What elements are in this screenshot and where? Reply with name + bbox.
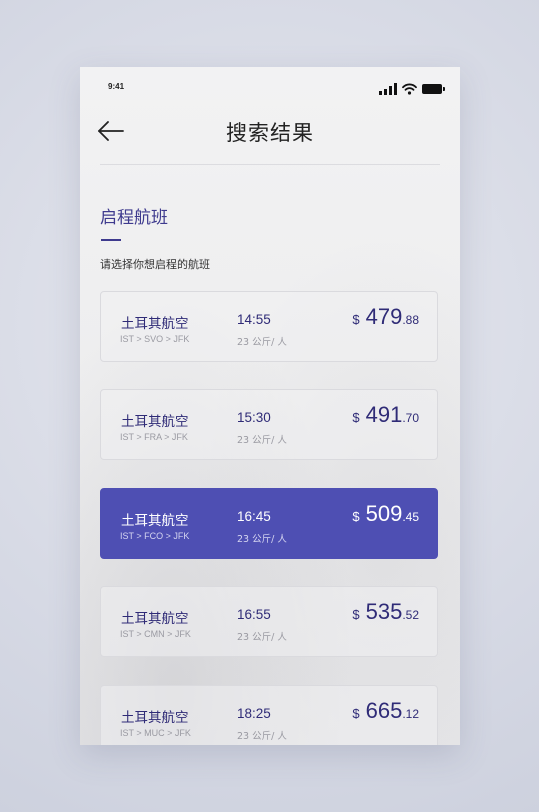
status-bar: 9:41 bbox=[80, 67, 460, 107]
price-decimal: .52 bbox=[402, 608, 419, 622]
nav-bar: 搜索结果 bbox=[80, 107, 460, 165]
baggage-allowance: 23 公斤/ 人 bbox=[237, 731, 287, 742]
baggage-allowance: 23 公斤/ 人 bbox=[237, 534, 287, 545]
stage-background: 9:41 搜索结果 启程航班 请选择你想启程的航班 土耳其航空 IST > SV… bbox=[0, 0, 539, 812]
flight-route: IST > MUC > JFK bbox=[120, 728, 191, 738]
departure-time: 16:45 bbox=[237, 509, 271, 524]
price-integer: 479 bbox=[365, 304, 403, 329]
price-integer: 509 bbox=[365, 501, 403, 526]
status-time: 9:41 bbox=[108, 82, 125, 91]
baggage-allowance: 23 公斤/ 人 bbox=[237, 337, 287, 348]
currency-symbol: $ bbox=[352, 509, 360, 524]
flight-price: $ 665 .12 bbox=[352, 698, 419, 724]
flight-card[interactable]: 土耳其航空 IST > CMN > JFK 16:55 23 公斤/ 人 $ 5… bbox=[100, 586, 438, 657]
phone-screen: 9:41 搜索结果 启程航班 请选择你想启程的航班 土耳其航空 IST > SV… bbox=[80, 67, 460, 745]
section-underline bbox=[101, 239, 121, 241]
currency-symbol: $ bbox=[352, 706, 360, 721]
price-decimal: .45 bbox=[402, 510, 419, 524]
header-divider bbox=[100, 164, 440, 165]
departure-time: 14:55 bbox=[237, 312, 271, 327]
price-integer: 491 bbox=[365, 402, 403, 427]
flight-route: IST > FRA > JFK bbox=[120, 432, 188, 442]
signal-icon bbox=[379, 83, 397, 95]
baggage-allowance: 23 公斤/ 人 bbox=[237, 632, 287, 643]
wifi-icon bbox=[402, 83, 417, 95]
airline-name: 土耳其航空 bbox=[121, 513, 189, 529]
price-decimal: .70 bbox=[402, 411, 419, 425]
section-subtitle: 请选择你想启程的航班 bbox=[100, 258, 210, 271]
flight-card[interactable]: 土耳其航空 IST > FRA > JFK 15:30 23 公斤/ 人 $ 4… bbox=[100, 389, 438, 460]
flight-route: IST > CMN > JFK bbox=[120, 629, 191, 639]
baggage-allowance: 23 公斤/ 人 bbox=[237, 435, 287, 446]
status-icons bbox=[379, 83, 445, 95]
flight-card-selected[interactable]: 土耳其航空 IST > FCO > JFK 16:45 23 公斤/ 人 $ 5… bbox=[100, 488, 438, 559]
price-decimal: .88 bbox=[402, 313, 419, 327]
departure-time: 16:55 bbox=[237, 607, 271, 622]
flight-route: IST > FCO > JFK bbox=[120, 531, 190, 541]
airline-name: 土耳其航空 bbox=[121, 611, 189, 627]
page-title: 搜索结果 bbox=[226, 121, 314, 145]
flight-price: $ 491 .70 bbox=[352, 402, 419, 428]
flight-route: IST > SVO > JFK bbox=[120, 334, 190, 344]
airline-name: 土耳其航空 bbox=[121, 414, 189, 430]
flight-card[interactable]: 土耳其航空 IST > SVO > JFK 14:55 23 公斤/ 人 $ 4… bbox=[100, 291, 438, 362]
section-title: 启程航班 bbox=[100, 208, 168, 228]
airline-name: 土耳其航空 bbox=[121, 316, 189, 332]
price-integer: 665 bbox=[365, 698, 403, 723]
price-integer: 535 bbox=[365, 599, 403, 624]
flight-price: $ 535 .52 bbox=[352, 599, 419, 625]
price-decimal: .12 bbox=[402, 707, 419, 721]
battery-icon bbox=[422, 84, 445, 94]
currency-symbol: $ bbox=[352, 607, 360, 622]
currency-symbol: $ bbox=[352, 312, 360, 327]
flight-price: $ 479 .88 bbox=[352, 304, 419, 330]
departure-time: 18:25 bbox=[237, 706, 271, 721]
departure-time: 15:30 bbox=[237, 410, 271, 425]
flight-price: $ 509 .45 bbox=[352, 501, 419, 527]
currency-symbol: $ bbox=[352, 410, 360, 425]
flight-card[interactable]: 土耳其航空 IST > MUC > JFK 18:25 23 公斤/ 人 $ 6… bbox=[100, 685, 438, 745]
airline-name: 土耳其航空 bbox=[121, 710, 189, 726]
